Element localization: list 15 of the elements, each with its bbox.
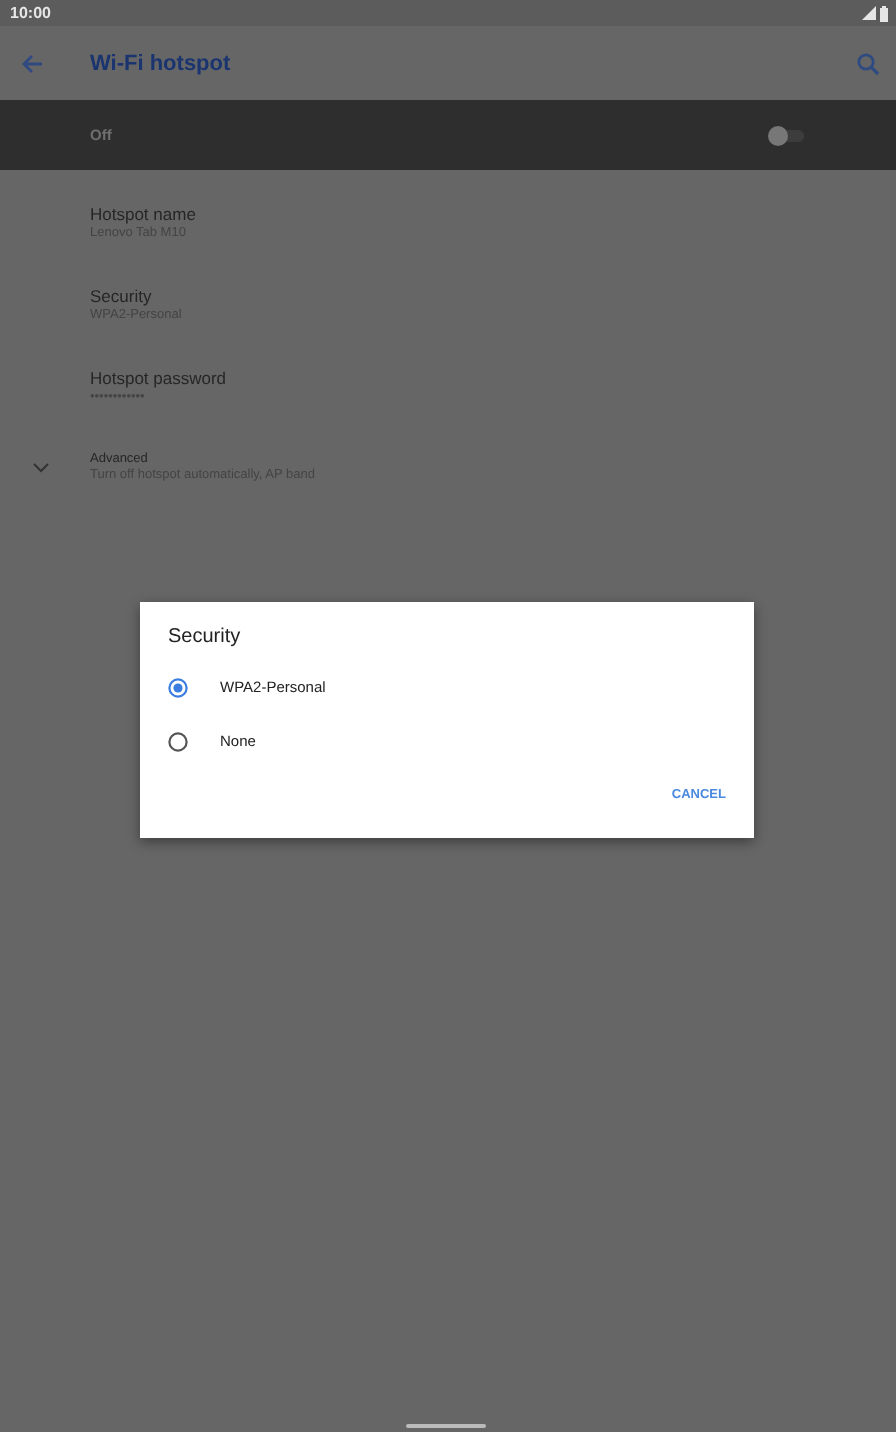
setting-title[interactable]: Hotspot password <box>90 367 227 387</box>
toggle-switch[interactable] <box>768 125 804 145</box>
back-arrow-icon[interactable] <box>18 49 46 77</box>
radio-button[interactable] <box>168 731 188 751</box>
dialog-title: Security <box>168 626 241 648</box>
home-indicator[interactable] <box>406 1424 486 1428</box>
setting-title[interactable]: Security <box>90 285 182 305</box>
chevron-down-icon[interactable] <box>32 458 50 476</box>
setting-title[interactable]: Hotspot name <box>90 203 196 223</box>
signal-icon <box>862 6 876 20</box>
battery-icon <box>880 5 888 21</box>
clock: 10:00 <box>10 4 51 22</box>
screen-title: Wi-Fi hotspot <box>90 51 233 75</box>
search-icon[interactable] <box>856 51 880 75</box>
radio-button[interactable] <box>168 677 188 697</box>
